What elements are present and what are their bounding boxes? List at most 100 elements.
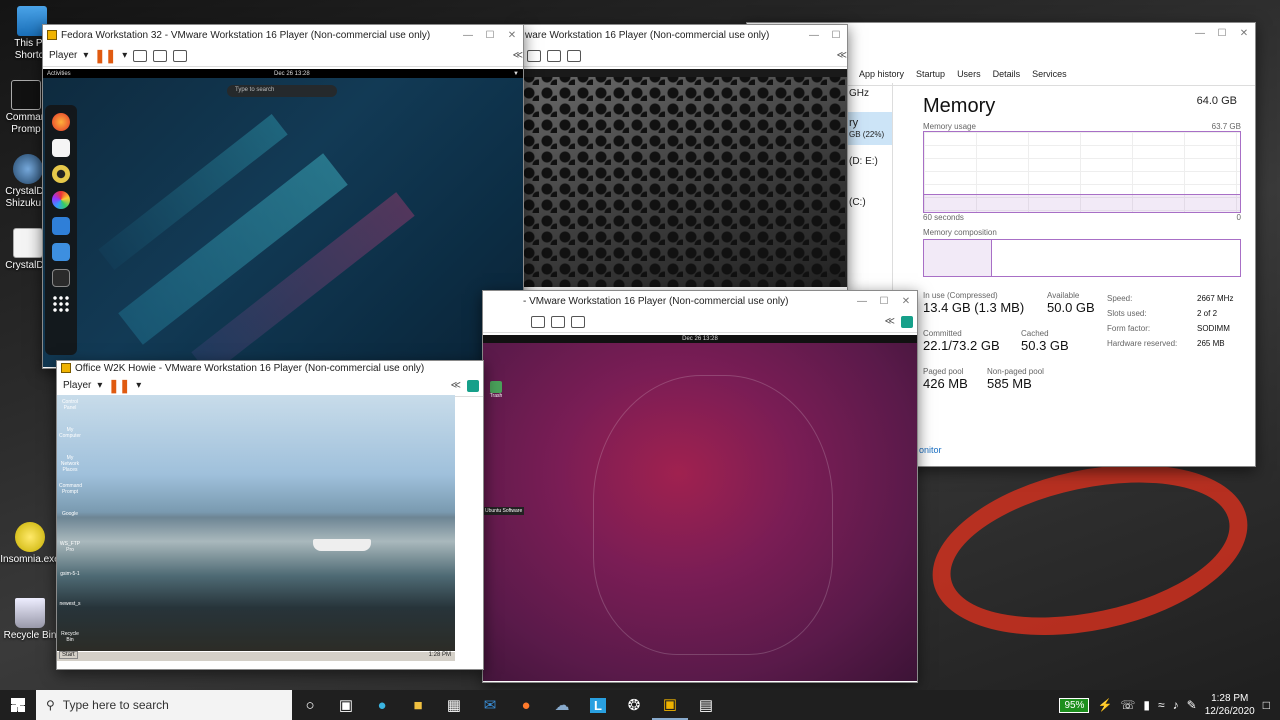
resource-monitor-link[interactable]: onitor (919, 445, 942, 455)
pen-icon[interactable]: ✎ (1187, 698, 1197, 712)
collapse-toolbar-icon[interactable]: ≪ (885, 316, 895, 327)
file-explorer-icon[interactable]: ■ (400, 690, 436, 720)
ubuntu-top-bar[interactable]: Dec 26 13:28 (483, 335, 917, 343)
firefox-icon[interactable] (52, 113, 70, 131)
tab-users[interactable]: Users (957, 69, 981, 79)
vmware-tools-icon[interactable] (901, 315, 913, 328)
launcher-l-icon[interactable]: L (580, 690, 616, 720)
documents-icon[interactable] (52, 217, 70, 235)
close-button[interactable]: ✕ (895, 296, 917, 307)
fit-window-icon[interactable] (547, 49, 561, 62)
unity-icon[interactable] (567, 49, 581, 62)
phone-icon[interactable]: ☏ (1120, 698, 1135, 712)
unity-icon[interactable] (571, 315, 585, 328)
vm-window-hex[interactable]: ware Workstation 16 Player (Non-commerci… (520, 24, 848, 292)
minimize-button[interactable]: — (803, 30, 825, 41)
player-menu[interactable]: Player (49, 50, 77, 61)
close-button[interactable]: ✕ (501, 30, 523, 41)
w2k-icon[interactable]: My Computer (59, 427, 81, 441)
terminal-icon[interactable] (52, 269, 70, 287)
unity-icon[interactable] (173, 49, 188, 62)
maximize-button[interactable]: ☐ (479, 30, 501, 41)
clock[interactable]: Dec 26 13:28 (274, 71, 310, 77)
fit-window-icon[interactable] (153, 49, 168, 62)
chevron-down-icon[interactable]: ▾ (83, 50, 88, 61)
ubuntu-screen[interactable]: Dec 26 13:28 Trash Ubuntu Software (483, 335, 917, 681)
firefox-icon[interactable]: ● (508, 690, 544, 720)
rhythmbox-icon[interactable] (52, 165, 70, 183)
tab-app-history[interactable]: App history (859, 69, 904, 79)
sidebar-item-disk-c[interactable]: (C:) (847, 192, 892, 213)
notifications-icon[interactable]: □ (1263, 698, 1270, 712)
collapse-toolbar-icon[interactable]: ≪ (513, 50, 523, 61)
w2k-icon[interactable]: Google (59, 511, 81, 525)
tool-icon[interactable]: ❂ (616, 690, 652, 720)
camera-icon[interactable] (52, 243, 70, 261)
activities-button[interactable]: Activities (47, 71, 71, 77)
minimize-button[interactable]: — (1189, 28, 1211, 39)
maximize-button[interactable]: ☐ (825, 30, 847, 41)
tab-details[interactable]: Details (993, 69, 1021, 79)
vmware-icon[interactable]: ▣ (652, 690, 688, 720)
vm-window-ubuntu[interactable]: - VMware Workstation 16 Player (Non-comm… (482, 290, 918, 683)
sidebar-item-memory[interactable]: ry GB (22%) (847, 112, 892, 145)
onedrive-icon[interactable]: ☁ (544, 690, 580, 720)
volume-icon[interactable]: ♪ (1173, 698, 1179, 712)
trash-desktop-icon[interactable]: Trash (489, 381, 503, 399)
w2k-icon[interactable]: Recycle Bin (59, 631, 81, 645)
w2k-screen[interactable]: Control Panel My Computer My Network Pla… (57, 395, 455, 661)
w2k-icon[interactable]: WS_FTP Pro (59, 541, 81, 555)
sidebar-item-disk-de[interactable]: (D: E:) (847, 151, 892, 172)
chevron-down-icon[interactable]: ▾ (136, 380, 141, 391)
tab-services[interactable]: Services (1032, 69, 1067, 79)
w2k-icon[interactable]: gsim-5-1 (59, 571, 81, 585)
tab-startup[interactable]: Startup (916, 69, 945, 79)
sidebar-item-cpu[interactable]: GHz (847, 83, 892, 104)
chevron-down-icon[interactable]: ▾ (97, 380, 102, 391)
chevron-down-icon[interactable]: ▾ (122, 50, 127, 61)
collapse-toolbar-icon[interactable]: ≪ (451, 380, 461, 391)
taskbar-search[interactable]: ⚲ Type here to search (36, 690, 292, 720)
minimize-button[interactable]: — (851, 296, 873, 307)
start-button[interactable] (0, 690, 36, 720)
wifi-icon[interactable]: ≈ (1158, 698, 1165, 712)
minimize-button[interactable]: — (457, 30, 479, 41)
mail-icon[interactable]: ✉ (472, 690, 508, 720)
w2k-start-button[interactable]: Start (59, 651, 78, 659)
pause-icon[interactable]: ❚❚ (108, 378, 130, 394)
show-apps-icon[interactable] (52, 295, 70, 313)
desktop-icon-insomnia[interactable]: Insomnia.exe (0, 522, 60, 566)
calendar-icon[interactable] (52, 139, 70, 157)
software-icon[interactable] (52, 191, 70, 209)
player-menu[interactable]: Player (63, 380, 91, 391)
send-ctrl-alt-del-icon[interactable] (527, 49, 541, 62)
fedora-screen[interactable]: Activities Dec 26 13:28 ▼ Type to search… (43, 69, 523, 367)
vm-hex-titlebar[interactable]: ware Workstation 16 Player (Non-commerci… (521, 25, 847, 45)
cortana-icon[interactable]: ○ (292, 690, 328, 720)
pause-icon[interactable]: ❚❚ (94, 48, 116, 64)
task-view-icon[interactable]: ▣ (328, 690, 364, 720)
search-input[interactable]: Type to search (227, 85, 337, 97)
ubuntu-titlebar[interactable]: - VMware Workstation 16 Player (Non-comm… (483, 291, 917, 311)
send-ctrl-alt-del-icon[interactable] (531, 315, 545, 328)
vm-window-w2k[interactable]: Office W2K Howie - VMware Workstation 16… (56, 360, 484, 670)
w2k-icon[interactable]: newest_s (59, 601, 81, 615)
vm-window-fedora[interactable]: Fedora Workstation 32 - VMware Workstati… (42, 24, 524, 369)
collapse-toolbar-icon[interactable]: ≪ (837, 50, 847, 61)
w2k-icon[interactable]: My Network Places (59, 455, 81, 473)
battery-percent[interactable]: 95% (1059, 697, 1090, 713)
fedora-titlebar[interactable]: Fedora Workstation 32 - VMware Workstati… (43, 25, 523, 45)
maximize-button[interactable]: ☐ (873, 296, 895, 307)
w2k-icon[interactable]: Command Prompt (59, 483, 82, 497)
vmware-tools-icon[interactable] (467, 379, 479, 392)
battery-icon[interactable]: ▮ (1143, 698, 1150, 712)
system-menu-icon[interactable]: ▼ (513, 71, 519, 77)
edge-icon[interactable]: ● (364, 690, 400, 720)
send-ctrl-alt-del-icon[interactable] (133, 49, 148, 62)
fit-window-icon[interactable] (551, 315, 565, 328)
vm-hex-screen[interactable] (521, 69, 847, 287)
window-manager-icon[interactable]: ▤ (688, 690, 724, 720)
taskbar-clock[interactable]: 1:28 PM 12/26/2020 (1205, 692, 1255, 718)
power-plug-icon[interactable]: ⚡ (1097, 698, 1112, 712)
store-icon[interactable]: ▦ (436, 690, 472, 720)
